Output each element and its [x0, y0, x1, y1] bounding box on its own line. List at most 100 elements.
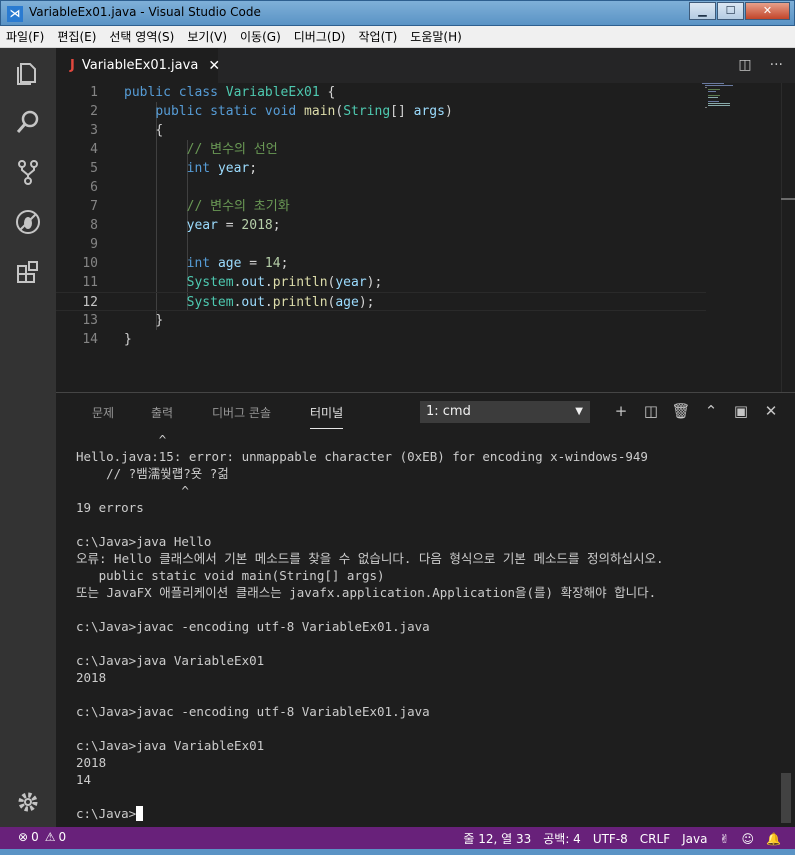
terminal-line: c:\Java> [76, 805, 144, 822]
menu-view[interactable]: 보기(V) [187, 28, 227, 45]
more-actions-icon[interactable]: ··· [770, 57, 783, 73]
close-window-button[interactable]: ✕ [745, 2, 790, 20]
menu-file[interactable]: 파일(F) [6, 28, 44, 45]
code-text: } [155, 313, 164, 328]
bottom-panel: 문제 출력 디버그 콘솔 터미널 1: cmd ▼ + ◫ 🗑 ⌃ ▣ ✕ ^ H… [56, 392, 795, 827]
tab-terminal[interactable]: 터미널 [310, 404, 344, 429]
smiley-icon[interactable]: ☺ [742, 832, 755, 846]
kill-terminal-icon[interactable]: 🗑 [666, 402, 696, 420]
code-line[interactable]: 11 System.out.println(year); [56, 273, 706, 292]
line-number: 1 [90, 85, 98, 100]
tab-label: VariableEx01.java [81, 58, 199, 73]
warning-count: 0 [58, 830, 67, 844]
terminal-line: c:\Java>java VariableEx01 [76, 738, 265, 753]
line-number: 8 [90, 218, 98, 233]
minimap[interactable] [702, 83, 762, 113]
maximize-panel-icon[interactable]: ⌃ [696, 402, 726, 420]
maximize-button[interactable]: ☐ [717, 2, 744, 20]
line-number: 5 [90, 161, 98, 176]
tab-debug-console[interactable]: 디버그 콘솔 [212, 404, 271, 421]
extensions-icon[interactable] [14, 258, 42, 286]
terminal-line: // ?뱀濡쒖럡?욧 ?걺 [76, 466, 229, 481]
line-number: 14 [82, 332, 98, 347]
code-text: // 변수의 선언 [186, 142, 278, 157]
code-text: System.out.println(age); [186, 295, 375, 310]
terminal-line: 또는 JavaFX 애플리케이션 클래스는 javafx.application… [76, 585, 657, 600]
code-line[interactable]: 6 [56, 178, 706, 197]
search-icon[interactable] [14, 108, 42, 136]
line-number: 9 [90, 237, 98, 252]
editor-tab-bar: J VariableEx01.java ✕ ◫ ··· [56, 48, 795, 83]
close-panel-icon[interactable]: ✕ [756, 402, 786, 420]
code-line[interactable]: 14} [56, 330, 706, 349]
window-title: VariableEx01.java - Visual Studio Code [29, 5, 261, 19]
line-number: 4 [90, 142, 98, 157]
code-line[interactable]: 12 System.out.println(age); [56, 292, 706, 311]
new-terminal-icon[interactable]: + [606, 402, 636, 420]
language-mode[interactable]: Java [682, 832, 707, 846]
source-control-icon[interactable] [14, 158, 42, 186]
code-text: year = 2018; [186, 218, 281, 233]
code-line[interactable]: 2 public static void main(String[] args) [56, 102, 706, 121]
code-line[interactable]: 9 [56, 235, 706, 254]
code-line[interactable]: 13 } [56, 311, 706, 330]
code-line[interactable]: 7 // 변수의 초기화 [56, 197, 706, 216]
code-line[interactable]: 8 year = 2018; [56, 216, 706, 235]
terminal-output[interactable]: ^ Hello.java:15: error: unmappable charac… [76, 431, 781, 826]
terminal-select[interactable]: 1: cmd ▼ [420, 401, 590, 423]
menu-edit[interactable]: 편집(E) [57, 28, 96, 45]
split-terminal-icon[interactable]: ◫ [636, 402, 666, 420]
code-text: } [124, 332, 132, 347]
activity-bar [0, 48, 56, 827]
tab-output[interactable]: 출력 [151, 404, 173, 421]
terminal-line: 2018 [76, 670, 107, 685]
code-editor[interactable]: 1 public class VariableEx01 {2 public sta… [56, 83, 795, 392]
tab-problems[interactable]: 문제 [92, 404, 114, 421]
code-text: System.out.println(year); [186, 275, 383, 290]
code-line[interactable]: 5 int year; [56, 159, 706, 178]
tab-close-icon[interactable]: ✕ [208, 58, 220, 74]
debug-icon[interactable] [14, 208, 42, 236]
terminal-line: 오류: Hello 클래스에서 기본 메소드를 찾을 수 없습니다. 다음 형식… [76, 551, 664, 566]
tab-variableex01[interactable]: J VariableEx01.java ✕ [56, 48, 220, 83]
problems-status[interactable]: ⊗ 0 ⚠ 0 [18, 830, 66, 844]
line-number: 7 [90, 199, 98, 214]
terminal-line: Hello.java:15: error: unmappable charact… [76, 449, 648, 464]
warning-icon: ⚠ [44, 830, 56, 844]
end-of-line[interactable]: CRLF [640, 832, 670, 846]
code-text: public static void main(String[] args) [155, 104, 453, 119]
menu-tasks[interactable]: 작업(T) [359, 28, 398, 45]
explorer-icon[interactable] [14, 58, 42, 86]
terminal-scrollbar[interactable] [781, 773, 791, 823]
status-bar: ⊗ 0 ⚠ 0 줄 12, 열 33 공백: 4 UTF-8 CRLF Java… [0, 827, 795, 849]
terminal-line: ^ [76, 432, 167, 447]
settings-gear-icon[interactable] [14, 788, 42, 816]
terminal-line: public static void main(String[] args) [76, 568, 385, 583]
line-number: 6 [90, 180, 98, 195]
editor-scrollbar[interactable] [781, 83, 795, 392]
menu-help[interactable]: 도움말(H) [410, 28, 462, 45]
encoding[interactable]: UTF-8 [593, 832, 628, 846]
bell-icon[interactable]: 🔔 [766, 832, 781, 846]
menu-go[interactable]: 이동(G) [240, 28, 281, 45]
code-line[interactable]: 1 public class VariableEx01 { [56, 83, 706, 102]
menu-selection[interactable]: 선택 영역(S) [109, 28, 174, 45]
terminal-line: c:\Java>java Hello [76, 534, 212, 549]
menu-debug[interactable]: 디버그(D) [294, 28, 346, 45]
code-line[interactable]: 10 int age = 14; [56, 254, 706, 273]
code-line[interactable]: 3 { [56, 121, 706, 140]
line-number: 12 [82, 295, 98, 310]
code-line[interactable]: 4 // 변수의 선언 [56, 140, 706, 159]
terminal-line: 14 [76, 772, 92, 787]
terminal-line: ^ [76, 483, 189, 498]
line-number: 2 [90, 104, 98, 119]
code-text: { [155, 123, 164, 138]
minimize-button[interactable]: ▁ [689, 2, 716, 20]
panel-layout-icon[interactable]: ▣ [726, 402, 756, 420]
chevron-down-icon: ▼ [575, 406, 583, 417]
split-editor-icon[interactable]: ◫ [738, 57, 751, 73]
feedback-icon[interactable]: ✌ [719, 832, 729, 846]
terminal-line: 19 errors [76, 500, 144, 515]
indentation[interactable]: 공백: 4 [543, 830, 581, 847]
cursor-position[interactable]: 줄 12, 열 33 [463, 830, 531, 847]
